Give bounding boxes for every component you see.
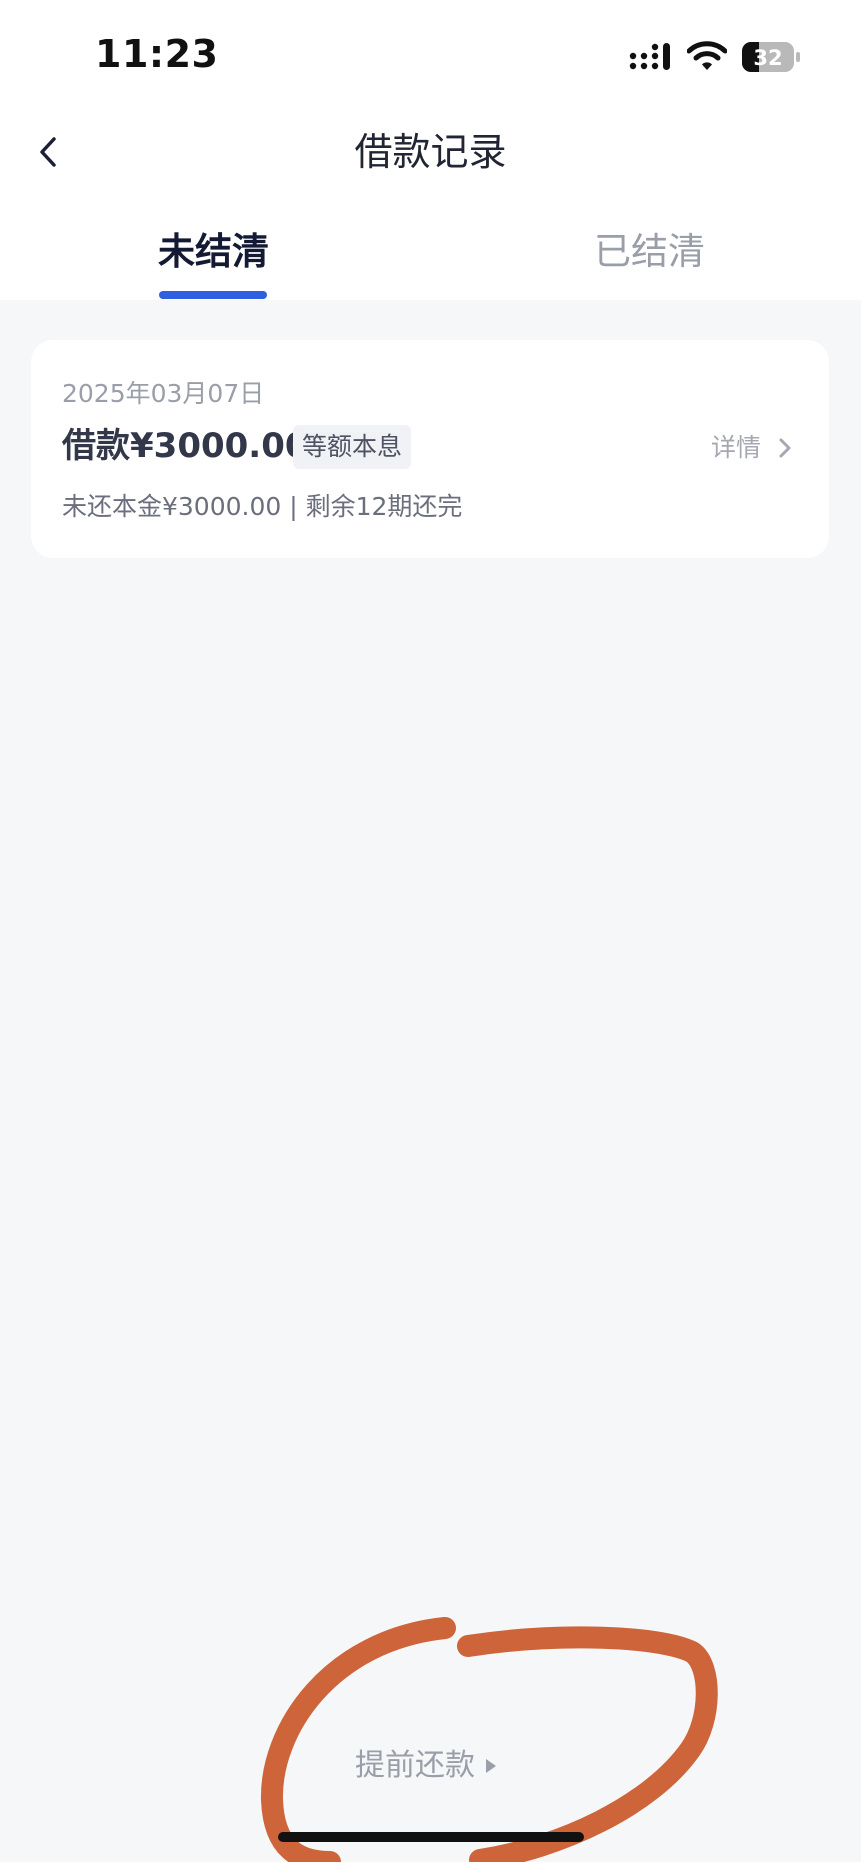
cellular-signal-icon bbox=[629, 43, 670, 70]
header-area: 11:23 32 借款记录 未结清 已结清 bbox=[0, 0, 861, 300]
home-indicator[interactable] bbox=[278, 1832, 584, 1842]
battery-level: 32 bbox=[753, 46, 782, 70]
battery-icon: 32 bbox=[742, 42, 800, 72]
loan-date: 2025年03月07日 bbox=[62, 379, 265, 408]
play-arrow-icon bbox=[486, 1759, 496, 1773]
repayment-type-badge: 等额本息 bbox=[293, 425, 412, 469]
tab-settled[interactable]: 已结清 bbox=[594, 228, 705, 276]
wifi-icon bbox=[687, 41, 727, 70]
loan-amount: 借款¥3000.00 bbox=[62, 426, 309, 466]
tab-unsettled[interactable]: 未结清 bbox=[158, 228, 269, 276]
prepay-label: 提前还款 bbox=[355, 1748, 475, 1783]
page-title: 借款记录 bbox=[354, 130, 507, 174]
status-time: 11:23 bbox=[95, 32, 219, 76]
prepay-button[interactable]: 提前还款 bbox=[355, 1746, 497, 1786]
active-tab-indicator bbox=[159, 291, 267, 299]
chevron-right-icon[interactable] bbox=[775, 435, 795, 461]
loan-summary: 未还本金¥3000.00 | 剩余12期还完 bbox=[62, 492, 463, 521]
loan-record-card[interactable]: 2025年03月07日 借款¥3000.00 等额本息 详情 未还本金¥3000… bbox=[31, 340, 829, 558]
detail-link[interactable]: 详情 bbox=[711, 432, 761, 464]
